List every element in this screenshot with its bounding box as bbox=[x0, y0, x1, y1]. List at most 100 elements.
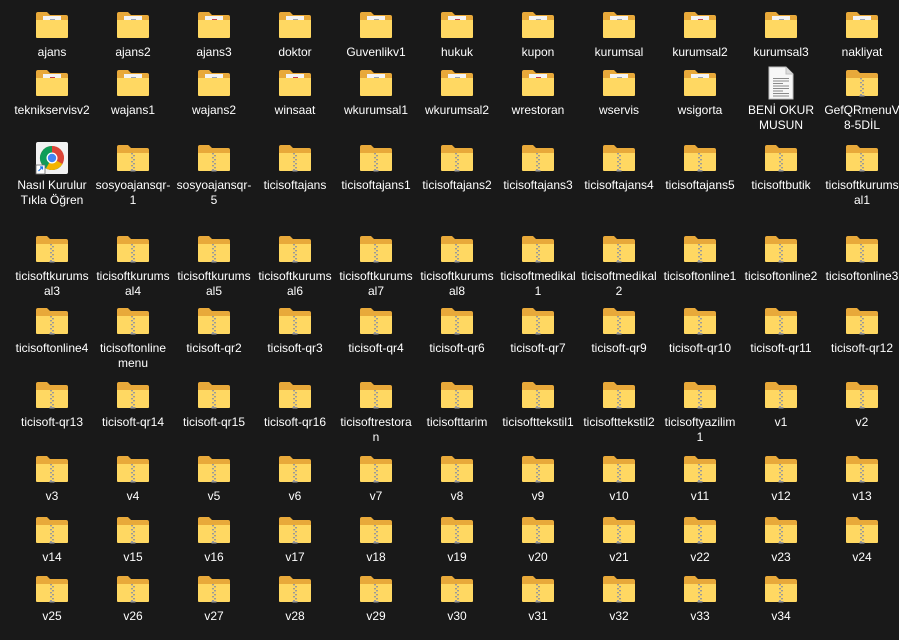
desktop-item-ticisoft-qr9[interactable]: ticisoft-qr9 bbox=[581, 304, 657, 356]
desktop-item-ticisoftajans2[interactable]: ticisoftajans2 bbox=[419, 141, 495, 193]
desktop-item-gefqrmenuv8-5di-l[interactable]: GefQRmenuV8-5DİL bbox=[824, 66, 899, 133]
desktop-item-v6[interactable]: v6 bbox=[257, 452, 333, 504]
desktop-item-ticisoft-qr7[interactable]: ticisoft-qr7 bbox=[500, 304, 576, 356]
desktop-item-v33[interactable]: v33 bbox=[662, 572, 738, 624]
desktop-item-wservis[interactable]: wservis bbox=[581, 66, 657, 118]
desktop-item-v25[interactable]: v25 bbox=[14, 572, 90, 624]
desktop-item-ticisoftkurumsal7[interactable]: ticisoftkurumsal7 bbox=[338, 232, 414, 299]
desktop-item-v9[interactable]: v9 bbox=[500, 452, 576, 504]
desktop-item-ticisoftyazilim1[interactable]: ticisoftyazilim1 bbox=[662, 378, 738, 445]
desktop-item-v4[interactable]: v4 bbox=[95, 452, 171, 504]
desktop-item-ajans[interactable]: ajans bbox=[14, 8, 90, 60]
desktop-item-v1[interactable]: v1 bbox=[743, 378, 819, 430]
desktop-item-ticisoftmedikal1[interactable]: ticisoftmedikal1 bbox=[500, 232, 576, 299]
desktop-item-v10[interactable]: v10 bbox=[581, 452, 657, 504]
desktop-item-v19[interactable]: v19 bbox=[419, 513, 495, 565]
desktop-item-wrestoran[interactable]: wrestoran bbox=[500, 66, 576, 118]
desktop-item-kurumsal[interactable]: kurumsal bbox=[581, 8, 657, 60]
desktop-item-ticisoft-qr2[interactable]: ticisoft-qr2 bbox=[176, 304, 252, 356]
desktop-item-v18[interactable]: v18 bbox=[338, 513, 414, 565]
desktop-item-kupon[interactable]: kupon bbox=[500, 8, 576, 60]
desktop-item-v31[interactable]: v31 bbox=[500, 572, 576, 624]
desktop-item-ticisoftajans5[interactable]: ticisoftajans5 bbox=[662, 141, 738, 193]
desktop-item-ajans2[interactable]: ajans2 bbox=[95, 8, 171, 60]
desktop-item-ticisoftajans1[interactable]: ticisoftajans1 bbox=[338, 141, 414, 193]
desktop-item-v15[interactable]: v15 bbox=[95, 513, 171, 565]
desktop-item-nakliyat[interactable]: nakliyat bbox=[824, 8, 899, 60]
desktop-item-ticisoft-qr15[interactable]: ticisoft-qr15 bbox=[176, 378, 252, 430]
desktop-item-ticisoftmedikal2[interactable]: ticisoftmedikal2 bbox=[581, 232, 657, 299]
desktop-item-v12[interactable]: v12 bbox=[743, 452, 819, 504]
desktop-item-v27[interactable]: v27 bbox=[176, 572, 252, 624]
desktop-item-ticisoftkurumsal5[interactable]: ticisoftkurumsal5 bbox=[176, 232, 252, 299]
desktop-item-ticisoft-qr10[interactable]: ticisoft-qr10 bbox=[662, 304, 738, 356]
desktop-item-ticisoft-qr11[interactable]: ticisoft-qr11 bbox=[743, 304, 819, 356]
desktop-item-ajans3[interactable]: ajans3 bbox=[176, 8, 252, 60]
desktop-item-v5[interactable]: v5 bbox=[176, 452, 252, 504]
desktop-item-v7[interactable]: v7 bbox=[338, 452, 414, 504]
desktop-item-winsaat[interactable]: winsaat bbox=[257, 66, 333, 118]
desktop-item-v21[interactable]: v21 bbox=[581, 513, 657, 565]
desktop-item-v11[interactable]: v11 bbox=[662, 452, 738, 504]
desktop-item-ticisoft-qr4[interactable]: ticisoft-qr4 bbox=[338, 304, 414, 356]
desktop-item-v30[interactable]: v30 bbox=[419, 572, 495, 624]
desktop-item-ticisoftbutik[interactable]: ticisoftbutik bbox=[743, 141, 819, 193]
desktop-item-v23[interactable]: v23 bbox=[743, 513, 819, 565]
desktop-item-v14[interactable]: v14 bbox=[14, 513, 90, 565]
desktop-item-beni-okur-musun[interactable]: BENİ OKUR MUSUN bbox=[743, 66, 819, 133]
desktop-item-ticisoftkurumsal8[interactable]: ticisoftkurumsal8 bbox=[419, 232, 495, 299]
desktop-item-kurumsal2[interactable]: kurumsal2 bbox=[662, 8, 738, 60]
desktop-item-ticisoft-qr16[interactable]: ticisoft-qr16 bbox=[257, 378, 333, 430]
desktop-item-ticisoft-qr13[interactable]: ticisoft-qr13 bbox=[14, 378, 90, 430]
desktop-item-label: v2 bbox=[855, 415, 869, 429]
desktop-item-wajans1[interactable]: wajans1 bbox=[95, 66, 171, 118]
desktop-item-ticisoftkurumsal1[interactable]: ticisoftkurumsal1 bbox=[824, 141, 899, 208]
desktop-item-ticisoftonline4[interactable]: ticisoftonline4 bbox=[14, 304, 90, 356]
desktop-item-v16[interactable]: v16 bbox=[176, 513, 252, 565]
desktop-item-ticisoft-qr14[interactable]: ticisoft-qr14 bbox=[95, 378, 171, 430]
desktop-item-v8[interactable]: v8 bbox=[419, 452, 495, 504]
desktop-item-ticisoftajans3[interactable]: ticisoftajans3 bbox=[500, 141, 576, 193]
desktop-item-v2[interactable]: v2 bbox=[824, 378, 899, 430]
desktop-item-ticisofttekstil2[interactable]: ticisofttekstil2 bbox=[581, 378, 657, 430]
desktop-item-ticisofttarim[interactable]: ticisofttarim bbox=[419, 378, 495, 430]
desktop-item-ticisoftajans[interactable]: ticisoftajans bbox=[257, 141, 333, 193]
desktop-item-v32[interactable]: v32 bbox=[581, 572, 657, 624]
desktop-item-ticisoftonline2[interactable]: ticisoftonline2 bbox=[743, 232, 819, 284]
desktop-item-ticisoft-qr12[interactable]: ticisoft-qr12 bbox=[824, 304, 899, 356]
desktop-item-ticisoftonline3[interactable]: ticisoftonline3 bbox=[824, 232, 899, 284]
desktop-item-v22[interactable]: v22 bbox=[662, 513, 738, 565]
desktop-item-kurumsal3[interactable]: kurumsal3 bbox=[743, 8, 819, 60]
desktop-item-ticisofttekstil1[interactable]: ticisofttekstil1 bbox=[500, 378, 576, 430]
desktop-item-nasil-kurulur-tikla-ogren[interactable]: Nasıl Kurulur Tıkla Öğren bbox=[14, 141, 90, 208]
desktop-item-ticisoft-qr6[interactable]: ticisoft-qr6 bbox=[419, 304, 495, 356]
desktop-item-v29[interactable]: v29 bbox=[338, 572, 414, 624]
desktop-item-v24[interactable]: v24 bbox=[824, 513, 899, 565]
desktop-item-sosyoajansqr-1[interactable]: sosyoajansqr-1 bbox=[95, 141, 171, 208]
desktop-item-wsigorta[interactable]: wsigorta bbox=[662, 66, 738, 118]
desktop-item-ticisoftonlinemenu[interactable]: ticisoftonlinemenu bbox=[95, 304, 171, 371]
desktop-item-teknikservisv2[interactable]: teknikservisv2 bbox=[14, 66, 90, 118]
desktop-item-v13[interactable]: v13 bbox=[824, 452, 899, 504]
desktop-item-v28[interactable]: v28 bbox=[257, 572, 333, 624]
desktop[interactable]: ajans ajans2 ajans3 doktor Guvenlikv1 hukuk ku… bbox=[0, 0, 899, 640]
desktop-item-ticisoftkurumsal6[interactable]: ticisoftkurumsal6 bbox=[257, 232, 333, 299]
desktop-item-wkurumsal2[interactable]: wkurumsal2 bbox=[419, 66, 495, 118]
desktop-item-wkurumsal1[interactable]: wkurumsal1 bbox=[338, 66, 414, 118]
desktop-item-guvenlikv1[interactable]: Guvenlikv1 bbox=[338, 8, 414, 60]
desktop-item-v3[interactable]: v3 bbox=[14, 452, 90, 504]
desktop-item-v34[interactable]: v34 bbox=[743, 572, 819, 624]
desktop-item-doktor[interactable]: doktor bbox=[257, 8, 333, 60]
desktop-item-hukuk[interactable]: hukuk bbox=[419, 8, 495, 60]
desktop-item-ticisoft-qr3[interactable]: ticisoft-qr3 bbox=[257, 304, 333, 356]
desktop-item-ticisoftonline1[interactable]: ticisoftonline1 bbox=[662, 232, 738, 284]
desktop-item-ticisoftajans4[interactable]: ticisoftajans4 bbox=[581, 141, 657, 193]
desktop-item-v17[interactable]: v17 bbox=[257, 513, 333, 565]
desktop-item-ticisoftrestoran[interactable]: ticisoftrestoran bbox=[338, 378, 414, 445]
desktop-item-sosyoajansqr-5[interactable]: sosyoajansqr-5 bbox=[176, 141, 252, 208]
desktop-item-v20[interactable]: v20 bbox=[500, 513, 576, 565]
desktop-item-v26[interactable]: v26 bbox=[95, 572, 171, 624]
desktop-item-ticisoftkurumsal4[interactable]: ticisoftkurumsal4 bbox=[95, 232, 171, 299]
desktop-item-wajans2[interactable]: wajans2 bbox=[176, 66, 252, 118]
desktop-item-ticisoftkurumsal3[interactable]: ticisoftkurumsal3 bbox=[14, 232, 90, 299]
